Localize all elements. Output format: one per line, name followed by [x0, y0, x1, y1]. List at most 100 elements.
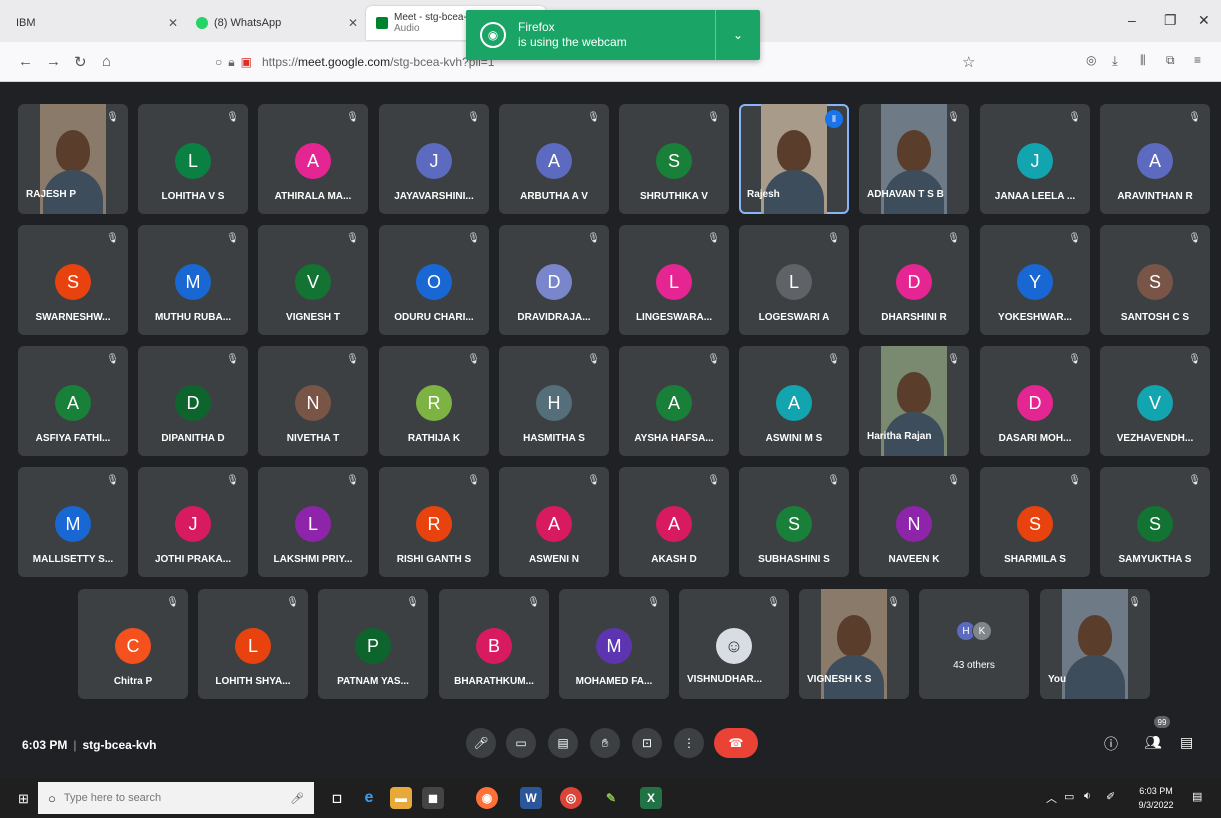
excel-icon[interactable]: X [640, 787, 662, 809]
maximize-icon[interactable]: ❐ [1164, 12, 1177, 29]
mic-muted-icon: 🎙︎ [467, 233, 480, 244]
task-view-icon[interactable]: ◻ [326, 787, 348, 809]
forward-icon[interactable]: → [46, 53, 61, 70]
bookmark-star-icon[interactable]: ☆ [962, 53, 975, 71]
participant-tile[interactable]: A 🎙︎ ASFIYA FATHI... [18, 346, 128, 456]
participant-name: PATNAM YAS... [337, 676, 409, 687]
participant-tile[interactable]: ☺ 🎙︎ VISHNUDHAR... [679, 589, 789, 699]
windows-start-icon[interactable]: ⊞ [18, 791, 29, 807]
edge-icon[interactable]: e [358, 787, 380, 809]
reload-icon[interactable]: ↻ [74, 53, 87, 71]
participant-tile[interactable]: 🎙︎ ADHAVAN T S B [859, 104, 969, 214]
participant-tile[interactable]: D 🎙︎ DHARSHINI R [859, 225, 969, 335]
participant-tile[interactable]: A 🎙︎ ATHIRALA MA... [258, 104, 368, 214]
participant-tile[interactable]: V 🎙︎ VEZHAVENDH... [1100, 346, 1210, 456]
tray-chevron-icon[interactable]: ︿ [1046, 790, 1057, 806]
participant-tile[interactable]: D 🎙︎ DRAVIDRAJA... [499, 225, 609, 335]
participant-tile[interactable]: ⦀ Rajesh [739, 104, 849, 214]
captions-button[interactable]: ▤ [548, 728, 578, 758]
participant-tile[interactable]: H K 43 others [919, 589, 1029, 699]
word-icon[interactable]: W [520, 787, 542, 809]
download-icon[interactable]: ⤓ [1112, 53, 1118, 69]
participant-tile[interactable]: M 🎙︎ MOHAMED FA... [559, 589, 669, 699]
webcam-notification[interactable]: ◉ Firefox is using the webcam ⌄ [466, 10, 760, 60]
participant-tile[interactable]: J 🎙︎ JAYAVARSHINI... [379, 104, 489, 214]
system-clock[interactable]: 6:03 PM 9/3/2022 [1132, 784, 1180, 812]
volume-icon[interactable]: 🔉︎ [1084, 790, 1091, 803]
avatar: B [476, 628, 512, 664]
app-icon[interactable]: ✎ [600, 787, 622, 809]
close-tab-icon[interactable]: ✕ [168, 16, 178, 30]
participant-tile[interactable]: S 🎙︎ SWARNESHW... [18, 225, 128, 335]
participant-grid: 🎙︎ RAJESH P L 🎙︎ LOHITHA V S A 🎙︎ ATHIRALA MA..… [0, 82, 1221, 722]
close-window-icon[interactable]: ✕ [1198, 12, 1210, 29]
participant-tile[interactable]: S 🎙︎ SAMYUKTHA S [1100, 467, 1210, 577]
participant-tile[interactable]: H 🎙︎ HASMITHA S [499, 346, 609, 456]
participant-tile[interactable]: J 🎙︎ JANAA LEELA ... [980, 104, 1090, 214]
participant-tile[interactable]: A 🎙︎ AYSHA HAFSA... [619, 346, 729, 456]
chevron-down-icon[interactable]: ⌄ [716, 28, 760, 42]
participant-tile[interactable]: R 🎙︎ RATHIJA K [379, 346, 489, 456]
chrome-icon[interactable]: ◎ [560, 787, 582, 809]
participant-tile[interactable]: S 🎙︎ SHRUTHIKA V [619, 104, 729, 214]
taskbar-search[interactable]: ○ Type here to search 🎤︎ [38, 782, 314, 814]
participant-tile[interactable]: L 🎙︎ LAKSHMI PRIY... [258, 467, 368, 577]
participant-tile[interactable]: C 🎙︎ Chitra P [78, 589, 188, 699]
participant-tile[interactable]: M 🎙︎ MALLISETTY S... [18, 467, 128, 577]
firefox-icon[interactable]: ◉ [476, 787, 498, 809]
participant-tile[interactable]: O 🎙︎ ODURU CHARI... [379, 225, 489, 335]
present-button[interactable]: ⊡ [632, 728, 662, 758]
tab-ibm[interactable]: IBM ✕ [6, 6, 186, 40]
participant-tile[interactable]: B 🎙︎ BHARATHKUM... [439, 589, 549, 699]
menu-icon[interactable]: ≡ [1194, 53, 1201, 67]
extensions-icon[interactable]: ⧉ [1166, 53, 1175, 68]
notification-icon[interactable]: ▤ [1192, 790, 1202, 803]
participant-tile[interactable]: 🎙︎ You [1040, 589, 1150, 699]
participant-tile[interactable]: 🎙︎ Haritha Rajan [859, 346, 969, 456]
leave-call-button[interactable]: ☎︎ [714, 728, 758, 758]
participant-tile[interactable]: P 🎙︎ PATNAM YAS... [318, 589, 428, 699]
participant-tile[interactable]: D 🎙︎ DASARI MOH... [980, 346, 1090, 456]
participant-tile[interactable]: L 🎙︎ LOHITHA V S [138, 104, 248, 214]
camera-permission-icon[interactable]: ▣ [241, 55, 252, 69]
pen-icon[interactable]: ✐ [1106, 790, 1115, 803]
file-explorer-icon[interactable]: ▬ [390, 787, 412, 809]
participant-tile[interactable]: S 🎙︎ SUBHASHINI S [739, 467, 849, 577]
participant-tile[interactable]: A 🎙︎ ARAVINTHAN R [1100, 104, 1210, 214]
raise-hand-button[interactable]: ✋︎ [590, 728, 620, 758]
participant-tile[interactable]: N 🎙︎ NAVEEN K [859, 467, 969, 577]
participant-tile[interactable]: L 🎙︎ LINGESWARA... [619, 225, 729, 335]
library-icon[interactable]: ⫼ [1140, 53, 1146, 68]
mic-button[interactable]: 🎤︎ [466, 728, 496, 758]
participant-tile[interactable]: D 🎙︎ DIPANITHA D [138, 346, 248, 456]
network-icon[interactable]: ▭ [1064, 790, 1074, 803]
pocket-icon[interactable]: ◎ [1086, 53, 1096, 67]
participant-tile[interactable]: A 🎙︎ AKASH D [619, 467, 729, 577]
participant-tile[interactable]: A 🎙︎ ASWINI M S [739, 346, 849, 456]
participant-tile[interactable]: A 🎙︎ ARBUTHA A V [499, 104, 609, 214]
participant-tile[interactable]: R 🎙︎ RISHI GANTH S [379, 467, 489, 577]
store-icon[interactable]: ◼ [422, 787, 444, 809]
people-icon[interactable]: 👥︎ [1144, 734, 1162, 751]
participant-tile[interactable]: 🎙︎ VIGNESH K S [799, 589, 909, 699]
tab-whatsapp[interactable]: (8) WhatsApp ✕ [186, 6, 366, 40]
participant-tile[interactable]: L 🎙︎ LOHITH SHYA... [198, 589, 308, 699]
participant-tile[interactable]: L 🎙︎ LOGESWARI A [739, 225, 849, 335]
participant-tile[interactable]: N 🎙︎ NIVETHA T [258, 346, 368, 456]
home-icon[interactable]: ⌂ [102, 53, 111, 70]
close-tab-icon[interactable]: ✕ [348, 16, 358, 30]
camera-button[interactable]: ▭ [506, 728, 536, 758]
participant-tile[interactable]: S 🎙︎ SANTOSH C S [1100, 225, 1210, 335]
participant-tile[interactable]: J 🎙︎ JOTHI PRAKA... [138, 467, 248, 577]
participant-tile[interactable]: Y 🎙︎ YOKESHWAR... [980, 225, 1090, 335]
participant-tile[interactable]: A 🎙︎ ASWENI N [499, 467, 609, 577]
participant-tile[interactable]: M 🎙︎ MUTHU RUBA... [138, 225, 248, 335]
chat-icon[interactable]: ▤ [1180, 734, 1193, 751]
minimize-icon[interactable]: – [1128, 12, 1136, 28]
participant-tile[interactable]: 🎙︎ RAJESH P [18, 104, 128, 214]
participant-tile[interactable]: S 🎙︎ SHARMILA S [980, 467, 1090, 577]
participant-tile[interactable]: V 🎙︎ VIGNESH T [258, 225, 368, 335]
back-icon[interactable]: ← [18, 53, 33, 70]
more-options-button[interactable]: ⋮ [674, 728, 704, 758]
info-icon[interactable]: ⓘ [1104, 734, 1118, 754]
